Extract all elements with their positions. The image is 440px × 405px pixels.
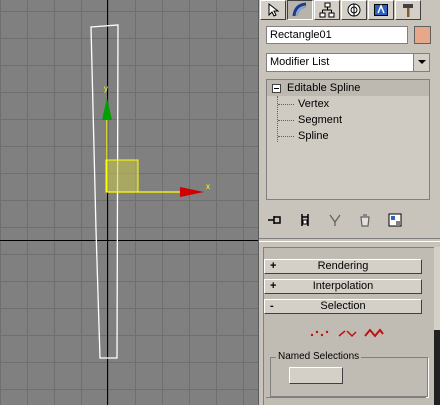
rollout-selection[interactable]: - Selection: [264, 299, 422, 314]
display-icon: [374, 4, 388, 16]
rollout-label: Selection: [320, 300, 366, 312]
gizmo-plane-handle[interactable]: [105, 159, 139, 193]
viewport-canvas: x y: [0, 0, 258, 405]
command-panel-tabs: [260, 0, 440, 22]
stack-item-vertex[interactable]: Vertex: [267, 96, 429, 112]
remove-modifier-icon[interactable]: [356, 212, 374, 228]
command-panel: Rectangle01 Modifier List Editable Splin…: [258, 0, 440, 405]
gizmo-x-arrow[interactable]: [180, 187, 204, 197]
stack-item-label: Spline: [298, 130, 329, 142]
modifier-list-dropdown[interactable]: Modifier List: [266, 53, 430, 72]
stack-item-label: Vertex: [298, 98, 330, 110]
segment-select-icon[interactable]: [337, 327, 357, 339]
pin-stack-icon[interactable]: [266, 212, 284, 228]
arrow-icon: [268, 2, 280, 17]
stack-item-label: Editable Spline: [287, 82, 361, 94]
modifier-stack[interactable]: Editable Spline Vertex Segment Spline: [266, 79, 430, 200]
copy-button[interactable]: [289, 367, 343, 384]
vertex-select-icon[interactable]: [309, 327, 329, 339]
stack-item-segment[interactable]: Segment: [267, 112, 429, 128]
hierarchy-tab[interactable]: [314, 0, 340, 20]
create-tab[interactable]: [260, 0, 286, 20]
stack-item-label: Segment: [298, 114, 343, 126]
divider: [259, 238, 440, 242]
hammer-icon: [403, 4, 413, 17]
stack-item-spline[interactable]: Spline: [267, 128, 429, 144]
sub-object-level-buttons: [309, 327, 384, 341]
gizmo-x-label: x: [206, 182, 210, 191]
viewport-front[interactable]: x y: [0, 0, 258, 405]
motion-tab[interactable]: [341, 0, 367, 20]
collapse-icon[interactable]: [272, 84, 281, 93]
object-name-field[interactable]: Rectangle01: [266, 26, 408, 44]
stack-item-editable-spline[interactable]: Editable Spline: [267, 80, 429, 96]
named-selections-label: Named Selections: [276, 351, 362, 362]
rollout-label: Rendering: [317, 260, 369, 272]
scrollbar-thumb[interactable]: [434, 330, 440, 405]
chevron-down-icon[interactable]: [413, 54, 429, 71]
stack-toolbar: [266, 211, 434, 229]
motion-icon: [347, 3, 361, 17]
modifier-list-label: Modifier List: [270, 56, 330, 68]
hierarchy-icon: [319, 2, 335, 18]
configure-modifier-sets-icon[interactable]: [386, 212, 404, 228]
bend-icon: [292, 2, 307, 17]
gizmo-y-arrow[interactable]: [102, 98, 112, 120]
make-unique-icon[interactable]: [326, 212, 344, 228]
spline-select-icon[interactable]: [364, 327, 384, 339]
display-tab[interactable]: [368, 0, 394, 20]
utilities-tab[interactable]: [395, 0, 421, 20]
rollout-interpolation[interactable]: + Interpolation: [264, 279, 422, 294]
modify-tab[interactable]: [287, 0, 313, 20]
gizmo-y-label: y: [104, 84, 108, 93]
rollout-label: Interpolation: [312, 280, 374, 292]
show-end-result-icon[interactable]: [296, 212, 314, 228]
object-color-swatch[interactable]: [414, 26, 431, 44]
rollout-rendering[interactable]: + Rendering: [264, 259, 422, 274]
